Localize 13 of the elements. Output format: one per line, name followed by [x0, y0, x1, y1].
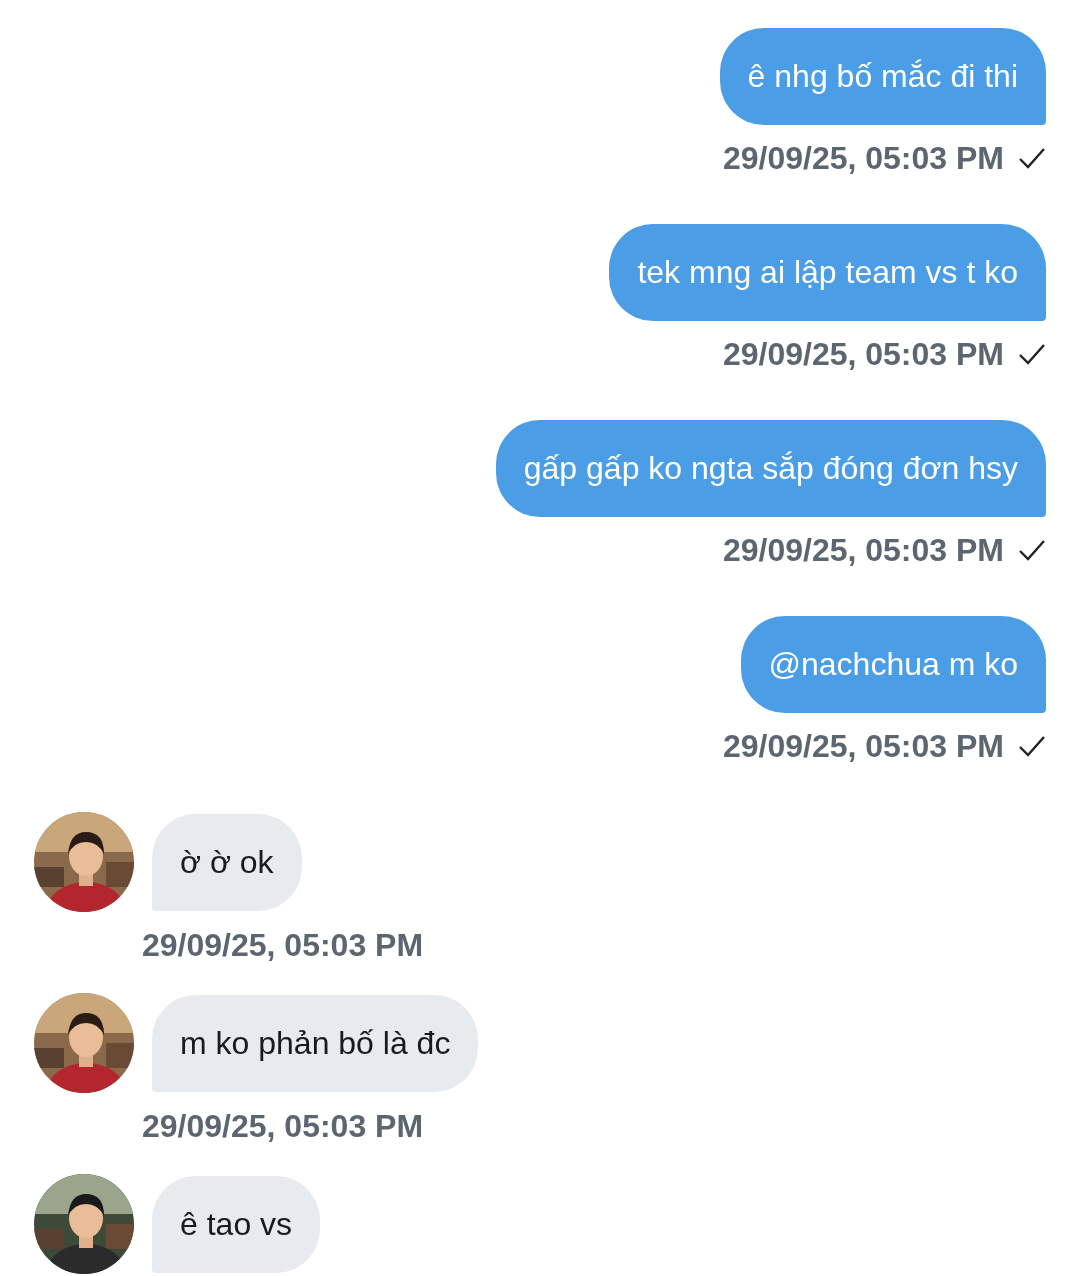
message-time: 29/09/25, 05:03 PM [142, 927, 424, 963]
message-time: 29/09/25, 05:03 PM [722, 139, 1004, 178]
message-time: 29/09/25, 05:03 PM [722, 727, 1004, 766]
message-bubble: ờ ờ ok [152, 813, 302, 911]
message-bubble: tek mng ai lập team vs t ko [609, 224, 1046, 321]
message-time: 29/09/25, 05:03 PM [142, 1108, 424, 1144]
message-bubble: m ko phản bố là đc [152, 994, 479, 1092]
message-bubble: @nachchua m ko [740, 616, 1046, 713]
message-bubble: ê nhg bố mắc đi thi [719, 28, 1046, 125]
message-bubble: ê tao vs [152, 1175, 321, 1273]
message-time: 29/09/25, 05:03 PM [722, 335, 1004, 374]
message-time: 29/09/25, 05:03 PM [722, 531, 1004, 570]
message-bubble: gấp gấp ko ngta sắp đóng đơn hsy [495, 420, 1046, 517]
